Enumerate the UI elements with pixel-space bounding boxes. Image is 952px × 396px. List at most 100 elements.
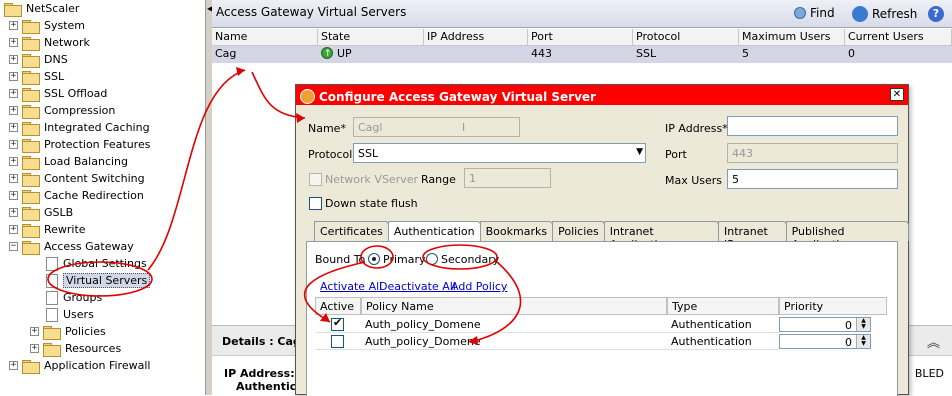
- help-button[interactable]: ?: [928, 6, 944, 22]
- name-label: Name*: [308, 122, 346, 135]
- table-cell[interactable]: SSL: [633, 46, 739, 63]
- column-header[interactable]: Current Users: [845, 29, 952, 46]
- tab-authentication[interactable]: Authentication: [387, 221, 481, 242]
- table-cell[interactable]: Cag: [212, 46, 318, 63]
- tree-item[interactable]: + Protection Features: [9, 136, 150, 153]
- tree-item[interactable]: + DNS: [9, 51, 68, 68]
- refresh-button[interactable]: Refresh: [852, 6, 917, 22]
- expand-icon[interactable]: +: [9, 174, 18, 183]
- secondary-radio[interactable]: [426, 253, 438, 265]
- column-header[interactable]: Maximum Users: [739, 29, 845, 46]
- tree-subitem[interactable]: + Resources: [30, 340, 121, 357]
- find-button[interactable]: Find: [794, 6, 835, 20]
- tree-item-label: SSL: [44, 70, 65, 83]
- expand-icon[interactable]: +: [9, 72, 18, 81]
- expand-icon[interactable]: +: [9, 106, 18, 115]
- tab-bookmarks[interactable]: Bookmarks: [479, 221, 554, 241]
- tree-item[interactable]: + Load Balancing: [9, 153, 128, 170]
- add-policy-link[interactable]: Add Policy: [451, 280, 507, 293]
- range-field[interactable]: 1: [464, 168, 551, 188]
- tree-item-label: Application Firewall: [44, 359, 151, 372]
- expand-icon[interactable]: +: [9, 140, 18, 149]
- tree-item[interactable]: + Network: [9, 34, 90, 51]
- column-header[interactable]: State: [318, 29, 424, 46]
- collapse-icon[interactable]: −: [9, 242, 18, 251]
- policy-column-header[interactable]: Active: [315, 297, 361, 315]
- app-icon: [300, 89, 315, 104]
- column-header[interactable]: Name: [212, 29, 318, 46]
- collapse-chevron-icon[interactable]: ︽: [927, 332, 940, 351]
- expand-icon[interactable]: +: [30, 344, 39, 353]
- bound-to-label: Bound To: [315, 253, 366, 266]
- protocol-select[interactable]: SSL ▼: [353, 143, 646, 163]
- policy-active-checkbox[interactable]: ✔: [331, 316, 344, 331]
- tree-item[interactable]: + SSL Offload: [9, 85, 107, 102]
- policy-name-cell[interactable]: Auth_policy_Domene: [361, 333, 667, 350]
- tree-root[interactable]: NetScaler: [4, 0, 79, 17]
- ip-address-field[interactable]: [727, 116, 898, 136]
- port-field[interactable]: 443: [727, 143, 898, 163]
- expand-icon[interactable]: +: [9, 225, 18, 234]
- expand-icon[interactable]: +: [9, 123, 18, 132]
- tree-subitem[interactable]: Users: [46, 306, 94, 323]
- down-state-flush-checkbox[interactable]: [309, 197, 322, 210]
- priority-value: 0: [845, 319, 852, 332]
- tree-subitem[interactable]: Virtual Servers: [46, 272, 151, 289]
- policy-column-header[interactable]: Policy Name: [361, 297, 667, 315]
- tab-intranet-ips[interactable]: Intranet IPs: [718, 221, 787, 251]
- expand-icon[interactable]: +: [30, 327, 39, 336]
- policy-active-checkbox[interactable]: [331, 335, 344, 348]
- expand-icon[interactable]: +: [9, 55, 18, 64]
- table-cell[interactable]: 5: [739, 46, 845, 63]
- tree-subitem[interactable]: + Policies: [30, 323, 106, 340]
- table-cell[interactable]: 0: [845, 46, 952, 63]
- policy-name-cell[interactable]: Auth_policy_Domene: [361, 316, 667, 333]
- primary-radio[interactable]: [368, 253, 380, 265]
- expand-icon[interactable]: +: [9, 21, 18, 30]
- column-header[interactable]: Protocol: [633, 29, 739, 46]
- network-vserver-checkbox[interactable]: [309, 173, 322, 186]
- network-vserver-label: Network VServer: [325, 173, 419, 186]
- close-button[interactable]: ✕: [890, 88, 904, 101]
- column-header[interactable]: Port: [528, 29, 633, 46]
- tree-item[interactable]: + SSL: [9, 68, 64, 85]
- name-field[interactable]: Cagl I: [353, 117, 520, 137]
- activate-all-link[interactable]: Activate All: [320, 280, 382, 293]
- tree-item-label: Load Balancing: [44, 155, 128, 168]
- expand-icon[interactable]: +: [9, 208, 18, 217]
- priority-stepper[interactable]: 0 ▲ ▼: [779, 317, 871, 332]
- tree-item[interactable]: + Compression: [9, 102, 115, 119]
- table-cell[interactable]: [424, 46, 528, 63]
- tree-item[interactable]: + GSLB: [9, 204, 73, 221]
- expand-icon[interactable]: +: [9, 157, 18, 166]
- tree-item[interactable]: + System: [9, 17, 85, 34]
- tree-item[interactable]: + Cache Redirection: [9, 187, 144, 204]
- stepper-arrows-icon[interactable]: ▲ ▼: [856, 318, 870, 331]
- tab-intranet-applications[interactable]: Intranet Applications: [603, 221, 719, 251]
- policy-column-header[interactable]: Priority: [779, 297, 887, 315]
- tree-item[interactable]: + Integrated Caching: [9, 119, 150, 136]
- tab-certificates[interactable]: Certificates: [314, 221, 389, 241]
- column-header[interactable]: IP Address: [424, 29, 528, 46]
- stepper-arrows-icon[interactable]: ▲ ▼: [856, 335, 870, 348]
- max-users-field[interactable]: 5: [727, 169, 898, 189]
- priority-stepper[interactable]: 0 ▲ ▼: [779, 334, 871, 349]
- tab-policies[interactable]: Policies: [552, 221, 605, 241]
- expand-icon[interactable]: +: [9, 361, 18, 370]
- policy-column-header[interactable]: Type: [667, 297, 779, 315]
- table-cell[interactable]: 443: [528, 46, 633, 63]
- tree-item[interactable]: + Application Firewall: [9, 357, 150, 374]
- expand-icon[interactable]: +: [9, 191, 18, 200]
- expand-icon[interactable]: +: [9, 38, 18, 47]
- deactivate-all-link[interactable]: Deactivate All: [379, 280, 456, 293]
- tab-published-applications[interactable]: Published Applications: [785, 221, 909, 251]
- tree-subitem[interactable]: Groups: [46, 289, 102, 306]
- dialog-title-bar[interactable]: Configure Access Gateway Virtual Server: [296, 85, 908, 105]
- tree-item[interactable]: + Content Switching: [9, 170, 145, 187]
- expand-icon[interactable]: +: [9, 89, 18, 98]
- tree-item[interactable]: − Access Gateway: [9, 238, 134, 255]
- splitter[interactable]: ◀: [205, 0, 213, 395]
- tree-item[interactable]: + Rewrite: [9, 221, 86, 238]
- table-cell[interactable]: UP: [318, 46, 424, 63]
- tree-subitem[interactable]: Global Settings: [46, 255, 147, 272]
